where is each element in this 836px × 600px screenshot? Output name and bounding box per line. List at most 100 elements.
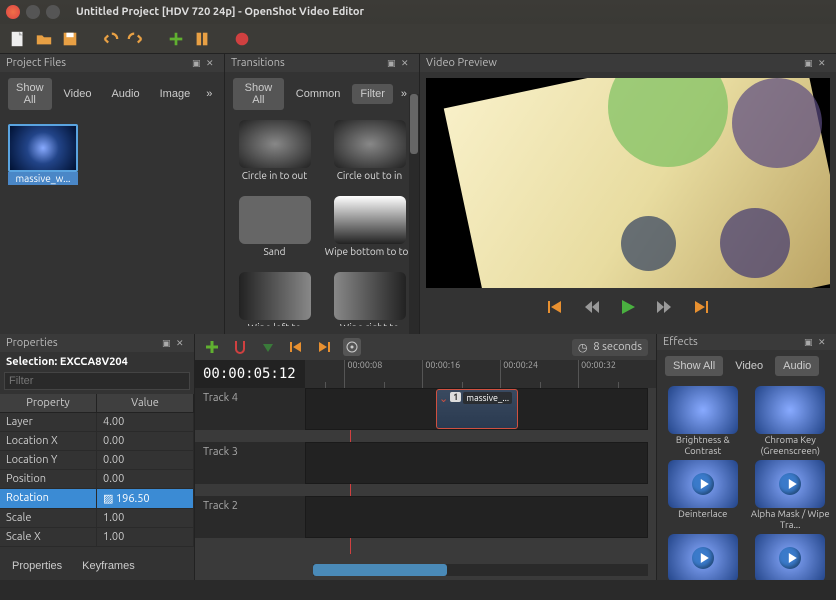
import-button[interactable]	[166, 29, 186, 49]
track-header[interactable]: Track 4	[195, 388, 305, 430]
track-header[interactable]: Track 2	[195, 496, 305, 538]
property-name: Location Y	[0, 451, 97, 469]
transition-item[interactable]: Wipe bottom to top	[324, 196, 415, 268]
project-tab-overflow[interactable]: »	[202, 84, 216, 104]
transition-item[interactable]: Wipe right to	[324, 272, 415, 326]
property-value[interactable]: ▨ 196.50	[97, 489, 194, 508]
property-value[interactable]: 1.00	[97, 528, 194, 546]
properties-col-property[interactable]: Property	[0, 394, 97, 412]
project-tab-show-all[interactable]: Show All	[8, 78, 52, 110]
track-body[interactable]: ⌄1massive_...	[305, 388, 648, 430]
transitions-filter[interactable]: Filter	[352, 84, 392, 104]
property-value[interactable]: 4.00	[97, 413, 194, 431]
project-file-item[interactable]: massive_w...	[8, 124, 78, 185]
window-title: Untitled Project [HDV 720 24p] - OpenSho…	[76, 6, 364, 18]
transitions-tab-show-all[interactable]: Show All	[233, 78, 284, 110]
panel-undock-button[interactable]: ▣	[192, 58, 204, 68]
window-close-button[interactable]	[6, 5, 20, 19]
property-row[interactable]: Scale1.00	[0, 509, 194, 528]
effect-item[interactable]: Chroma Key (Greenscreen)	[749, 386, 833, 456]
panel-close-button[interactable]: ✕	[401, 58, 413, 68]
property-value[interactable]: 0.00	[97, 470, 194, 488]
property-row[interactable]: Rotation▨ 196.50	[0, 489, 194, 509]
transition-item[interactable]: Sand	[229, 196, 320, 268]
track-header[interactable]: Track 3	[195, 442, 305, 484]
rewind-button[interactable]	[583, 298, 601, 316]
properties-table: Property Value Layer4.00Location X0.00Lo…	[0, 394, 194, 552]
main-area: Project Files ▣ ✕ Show All Video Audio I…	[0, 54, 836, 334]
property-row[interactable]: Position0.00	[0, 470, 194, 489]
timeline-track[interactable]: Track 2	[195, 496, 648, 538]
transitions-tab-common[interactable]: Common	[288, 84, 349, 104]
jump-end-button[interactable]	[691, 298, 709, 316]
open-project-button[interactable]	[34, 29, 54, 49]
effects-tab-video[interactable]: Video	[727, 356, 771, 376]
next-marker-button[interactable]	[315, 338, 333, 356]
panel-close-button[interactable]: ✕	[818, 58, 830, 68]
panel-close-button[interactable]: ✕	[206, 58, 218, 68]
project-tab-image[interactable]: Image	[152, 84, 199, 104]
property-row[interactable]: Location X0.00	[0, 432, 194, 451]
jump-start-button[interactable]	[547, 298, 565, 316]
transition-item[interactable]: Circle out to in	[324, 120, 415, 192]
properties-col-value[interactable]: Value	[97, 394, 194, 412]
effect-item[interactable]: Negative	[661, 534, 745, 580]
center-playhead-button[interactable]	[343, 338, 361, 356]
project-tab-audio[interactable]: Audio	[103, 84, 147, 104]
timeline-duration-chip[interactable]: ◷ 8 seconds	[572, 339, 648, 356]
snap-button[interactable]	[231, 338, 249, 356]
properties-filter-input[interactable]	[4, 372, 190, 390]
undo-button[interactable]	[100, 29, 120, 49]
window-maximize-button[interactable]	[46, 5, 60, 19]
panel-undock-button[interactable]: ▣	[162, 338, 174, 348]
effect-item[interactable]: Deinterlace	[661, 460, 745, 530]
window-minimize-button[interactable]	[26, 5, 40, 19]
properties-tab-properties[interactable]: Properties	[4, 556, 70, 576]
panel-undock-button[interactable]: ▣	[387, 58, 399, 68]
panel-undock-button[interactable]: ▣	[804, 58, 816, 68]
track-body[interactable]	[305, 442, 648, 484]
play-button[interactable]	[619, 298, 637, 316]
transitions-panel: Transitions ▣ ✕ Show All Common Filter »…	[225, 54, 420, 334]
effects-tab-show-all[interactable]: Show All	[665, 356, 723, 376]
save-project-button[interactable]	[60, 29, 80, 49]
transitions-scrollbar[interactable]	[409, 94, 419, 334]
effect-item[interactable]: Color Saturation	[749, 534, 833, 580]
property-value[interactable]: 1.00	[97, 509, 194, 527]
property-row[interactable]: Location Y0.00	[0, 451, 194, 470]
transition-item[interactable]: Circle in to out	[229, 120, 320, 192]
effect-item[interactable]: Brightness & Contrast	[661, 386, 745, 456]
timeline-scrollbar[interactable]	[313, 564, 648, 576]
property-row[interactable]: Scale X1.00	[0, 528, 194, 547]
properties-tab-keyframes[interactable]: Keyframes	[74, 556, 143, 576]
timeline-clip[interactable]: ⌄1massive_...	[436, 389, 518, 429]
panel-undock-button[interactable]: ▣	[804, 337, 816, 347]
transition-label: Sand	[229, 246, 320, 268]
prev-marker-button[interactable]	[287, 338, 305, 356]
add-marker-button[interactable]	[259, 338, 277, 356]
add-track-button[interactable]	[203, 338, 221, 356]
effects-tab-audio[interactable]: Audio	[775, 356, 819, 376]
property-value[interactable]: 0.00	[97, 451, 194, 469]
effect-item[interactable]: Alpha Mask / Wipe Tra...	[749, 460, 833, 530]
property-row[interactable]: Layer4.00	[0, 413, 194, 432]
profile-button[interactable]	[192, 29, 212, 49]
redo-button[interactable]	[126, 29, 146, 49]
panel-close-button[interactable]: ✕	[818, 337, 830, 347]
track-body[interactable]	[305, 496, 648, 538]
video-preview-canvas[interactable]	[426, 78, 830, 288]
property-name: Position	[0, 470, 97, 488]
export-button[interactable]	[232, 29, 252, 49]
project-tab-video[interactable]: Video	[56, 84, 100, 104]
fast-forward-button[interactable]	[655, 298, 673, 316]
new-project-button[interactable]	[8, 29, 28, 49]
transition-thumbnail	[239, 272, 311, 320]
panel-close-button[interactable]: ✕	[176, 338, 188, 348]
property-value[interactable]: 0.00	[97, 432, 194, 450]
timeline-ruler[interactable]: 00:00:0800:00:1600:00:2400:00:32	[305, 360, 656, 388]
timeline-track[interactable]: Track 3	[195, 442, 648, 484]
timeline-toolbar: ◷ 8 seconds	[195, 334, 656, 360]
transition-item[interactable]: Wipe left to	[229, 272, 320, 326]
timeline-track[interactable]: Track 4 ⌄1massive_...	[195, 388, 648, 430]
effect-label: Alpha Mask / Wipe Tra...	[749, 508, 833, 530]
